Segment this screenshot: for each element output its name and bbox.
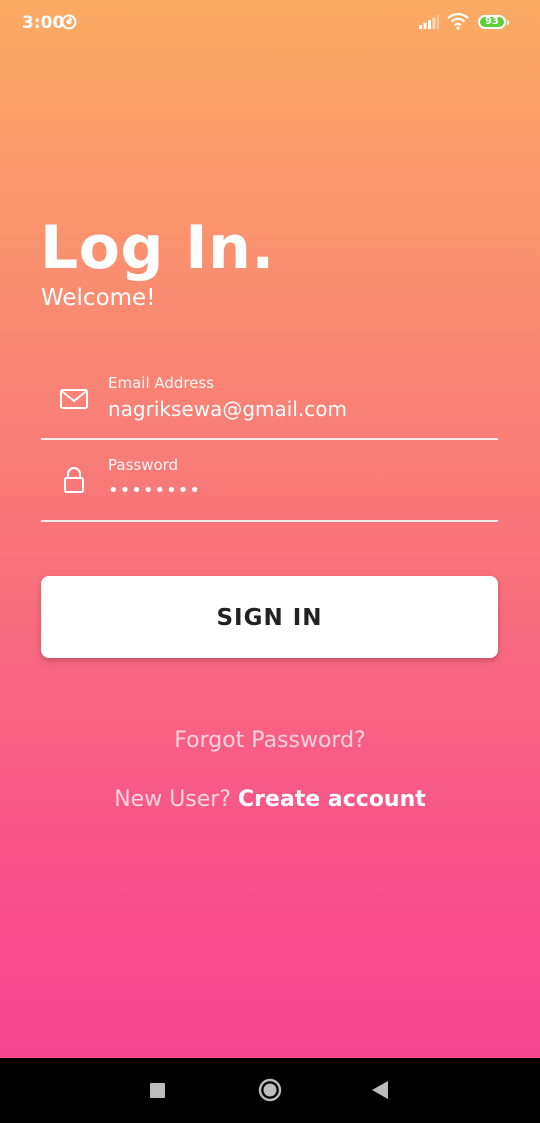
mail-icon	[60, 389, 88, 409]
forgot-password-link[interactable]: Forgot Password?	[0, 728, 540, 753]
signup-row: New User? Create account	[0, 787, 540, 812]
sign-in-button[interactable]: SIGN IN	[41, 576, 498, 658]
wifi-icon	[447, 12, 469, 30]
email-underline	[41, 438, 498, 440]
navigation-bar	[0, 1058, 540, 1123]
home-icon[interactable]	[258, 1078, 282, 1102]
login-screen: 3:00 93 Log In. Welcome! Email Address n…	[0, 0, 540, 1058]
sync-icon	[61, 14, 77, 30]
page-subtitle: Welcome!	[41, 285, 156, 311]
battery-icon: 93	[478, 15, 509, 29]
email-input[interactable]: nagriksewa@gmail.com	[108, 397, 347, 421]
email-field[interactable]: Email Address nagriksewa@gmail.com	[41, 370, 498, 440]
email-label: Email Address	[108, 374, 215, 392]
password-input[interactable]: ••••••••	[108, 480, 201, 501]
status-time: 3:00	[22, 13, 65, 33]
signal-icon	[419, 15, 439, 29]
new-user-prompt: New User?	[114, 787, 232, 812]
password-underline	[41, 520, 498, 522]
back-icon[interactable]	[371, 1080, 389, 1100]
page-title: Log In.	[40, 213, 275, 283]
password-label: Password	[108, 456, 179, 474]
create-account-link[interactable]: Create account	[238, 787, 426, 812]
recents-icon[interactable]	[150, 1083, 165, 1098]
lock-icon	[64, 467, 84, 493]
status-bar: 3:00 93	[0, 0, 540, 46]
password-field[interactable]: Password ••••••••	[41, 452, 498, 522]
